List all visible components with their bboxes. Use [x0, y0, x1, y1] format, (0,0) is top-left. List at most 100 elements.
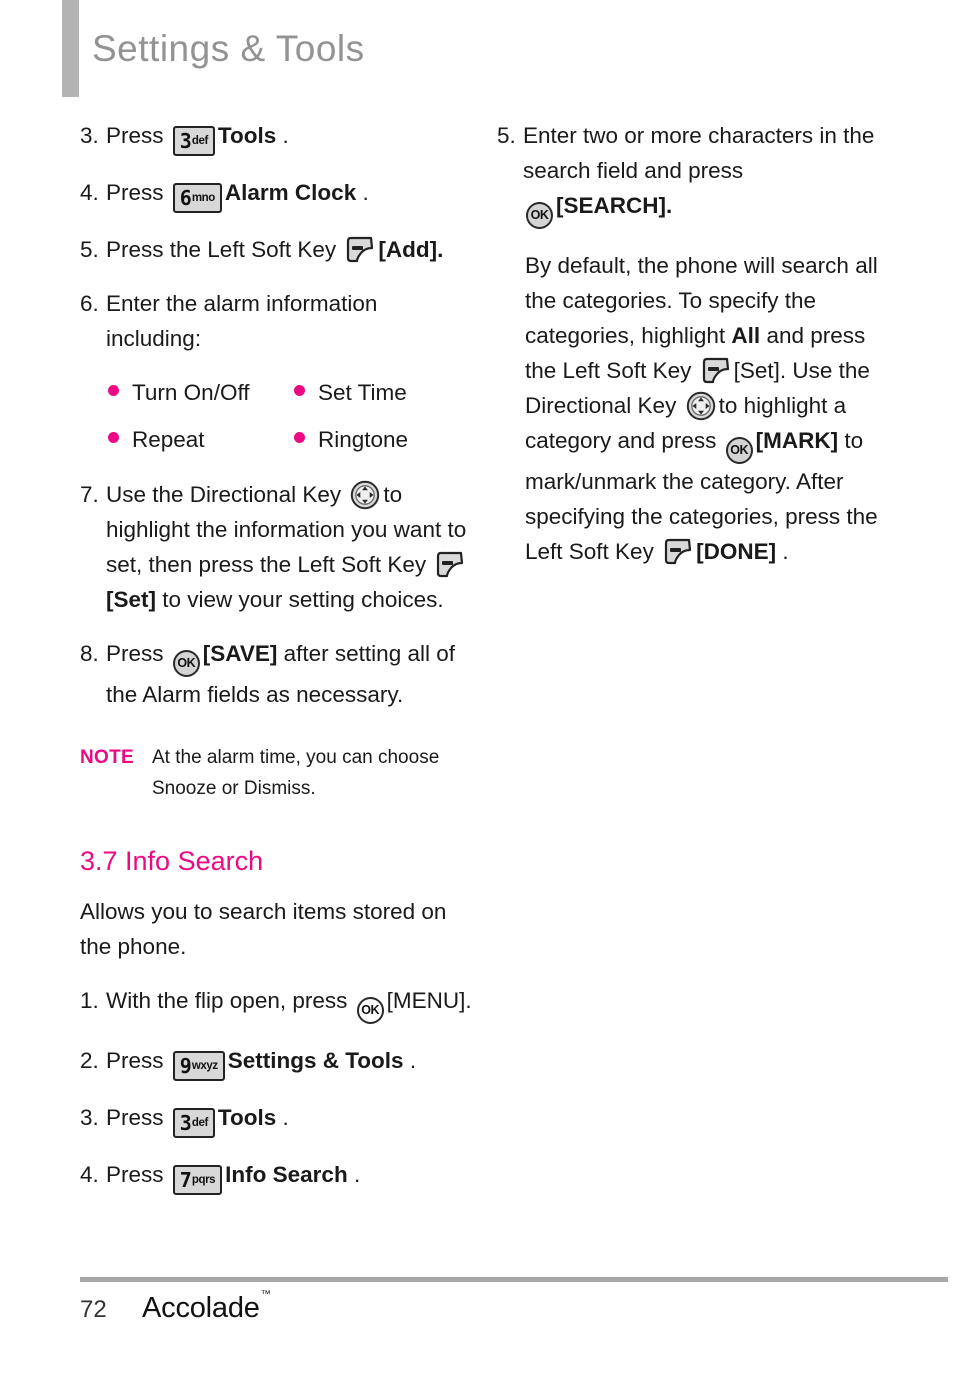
- step-item: 6. Enter the alarm information including…: [80, 286, 472, 356]
- footer-divider: [80, 1277, 948, 1282]
- directional-key-icon: [686, 391, 716, 421]
- step-number: 5.: [497, 123, 516, 148]
- keypad-letters: pqrs: [191, 1174, 216, 1186]
- step-text-pre: Press: [106, 1105, 164, 1130]
- step-number: 1.: [80, 988, 99, 1013]
- step-item: 7. Use the Directional Key to highlight t…: [80, 477, 472, 617]
- keypad-key-7: 7pqrs: [172, 1165, 223, 1195]
- step-text: Press 3def Tools.: [106, 118, 472, 156]
- step-number: 7.: [80, 482, 99, 507]
- step-text-d: to view your setting choices.: [162, 587, 444, 612]
- paragraph-bold-all: All: [731, 323, 761, 348]
- step-text-a: Press: [106, 641, 164, 666]
- step-text-tail: .: [409, 1048, 417, 1073]
- step-number: 4.: [80, 180, 99, 205]
- step-item: 3. Press 3def Tools.: [80, 1100, 472, 1138]
- step-text-bold: [Add].: [378, 237, 444, 262]
- step-text-tail: .: [362, 180, 369, 205]
- step-text-pre: Press the Left Soft Key: [106, 237, 337, 262]
- left-soft-key-icon: [435, 551, 465, 579]
- step-text: With the flip open, press OK [MENU].: [106, 983, 472, 1024]
- bullet-dot-icon: [294, 385, 305, 396]
- ok-key-outline-icon: OK: [356, 997, 384, 1024]
- bullet-dot-icon: [108, 385, 119, 396]
- note-text: At the alarm time, you can choose Snooze…: [152, 747, 440, 799]
- page-header: Settings & Tools: [0, 0, 954, 110]
- left-soft-key-icon: [701, 357, 731, 385]
- page-footer: 72 Accolade™: [80, 1289, 271, 1325]
- step-item: 1. With the flip open, press OK [MENU].: [80, 983, 472, 1024]
- step-text-pre: Press: [106, 180, 164, 205]
- step-text-bold: Info Search: [225, 1162, 348, 1187]
- paragraph-bold-mark: [MARK]: [755, 428, 839, 453]
- header-accent-bar: [62, 0, 79, 97]
- step-item: 8. Press OK [SAVE] after setting all of the…: [80, 636, 472, 712]
- bullet-label: Set Time: [318, 380, 407, 405]
- directional-key-icon: [350, 480, 380, 510]
- step-text: Enter two or more characters in the sear…: [523, 118, 889, 229]
- step-text-c: [Set]: [106, 587, 156, 612]
- right-column: 5. Enter two or more characters in the s…: [497, 118, 889, 588]
- left-soft-key-icon: [345, 236, 375, 264]
- bullet-row: Turn On/Off Set Time: [108, 375, 472, 410]
- bullet-label: Turn On/Off: [132, 380, 250, 405]
- step-text: Press 6mno Alarm Clock.: [106, 175, 472, 213]
- step-text-bold: Settings & Tools: [227, 1048, 404, 1073]
- keypad-key-3: 3def: [172, 1108, 215, 1138]
- step-number: 4.: [80, 1162, 99, 1187]
- step-text-tail: .: [353, 1162, 361, 1187]
- keypad-digit: 9: [179, 1054, 192, 1078]
- bullet-label: Repeat: [132, 427, 205, 452]
- page-number: 72: [80, 1296, 107, 1323]
- step-number: 3.: [80, 123, 99, 148]
- step-item: 5. Press the Left Soft Key [Add].: [80, 232, 472, 267]
- step-text: Press OK [SAVE] after setting all of the Al…: [106, 636, 472, 712]
- step-text-pre: Press: [106, 123, 164, 148]
- bullet-label: Ringtone: [318, 427, 409, 452]
- step-text-bold: Alarm Clock: [224, 180, 357, 205]
- step-item: 4. Press 7pqrs Info Search.: [80, 1157, 472, 1195]
- keypad-digit: 7: [179, 1168, 192, 1192]
- brand-label: Accolade: [142, 1292, 260, 1324]
- step-text-tail: .: [282, 1105, 289, 1130]
- step-item: 3. Press 3def Tools.: [80, 118, 472, 156]
- step-item: 5. Enter two or more characters in the s…: [497, 118, 889, 229]
- step-text: Enter the alarm information including:: [106, 291, 378, 351]
- step-text: Use the Directional Key to highlight the …: [106, 477, 472, 617]
- bullet-list: Turn On/Off Set Time Repeat Ringtone: [108, 375, 472, 457]
- step-text-bold: Tools: [217, 1105, 277, 1130]
- step-text-b: [SEARCH].: [556, 193, 673, 218]
- list-item: Repeat: [108, 422, 294, 457]
- step-text: Press 3def Tools.: [106, 1100, 472, 1138]
- keypad-key-9: 9wxyz: [172, 1051, 225, 1081]
- trademark-symbol: ™: [260, 1289, 271, 1301]
- bullet-dot-icon: [294, 432, 305, 443]
- keypad-letters: def: [191, 1117, 208, 1129]
- step-number: 8.: [80, 641, 99, 666]
- ok-key-icon: OK: [725, 437, 753, 464]
- paragraph-part-6: .: [782, 539, 789, 564]
- step-text-b: [SAVE]: [202, 641, 278, 666]
- section-heading: 3.7 Info Search: [80, 846, 264, 876]
- note-block: NOTE At the alarm time, you can choose S…: [80, 742, 472, 804]
- brand-name: Accolade™: [142, 1289, 271, 1325]
- step-item: 4. Press 6mno Alarm Clock.: [80, 175, 472, 213]
- step-item: 2. Press 9wxyz Settings & Tools.: [80, 1043, 472, 1081]
- page-title: Settings & Tools: [92, 28, 365, 69]
- left-soft-key-icon: [663, 538, 693, 566]
- step-text: Press 7pqrs Info Search.: [106, 1157, 472, 1195]
- step-text-a: Use the Directional Key: [106, 482, 342, 507]
- keypad-letters: mno: [191, 192, 215, 204]
- keypad-letters: wxyz: [191, 1060, 218, 1072]
- section-intro: Allows you to search items stored on the…: [80, 899, 447, 959]
- ok-key-icon: OK: [526, 202, 553, 229]
- step-text-bold: Tools: [217, 123, 277, 148]
- keypad-digit: 3: [179, 129, 192, 153]
- step-number: 5.: [80, 237, 99, 262]
- step-text-a: With the flip open, press: [106, 988, 348, 1013]
- list-item: Ringtone: [294, 422, 408, 457]
- step-text-pre: Press: [106, 1162, 164, 1187]
- step-text-a: Enter two or more characters in the sear…: [523, 123, 875, 183]
- bullet-dot-icon: [108, 432, 119, 443]
- step-text: Press the Left Soft Key [Add].: [106, 232, 472, 267]
